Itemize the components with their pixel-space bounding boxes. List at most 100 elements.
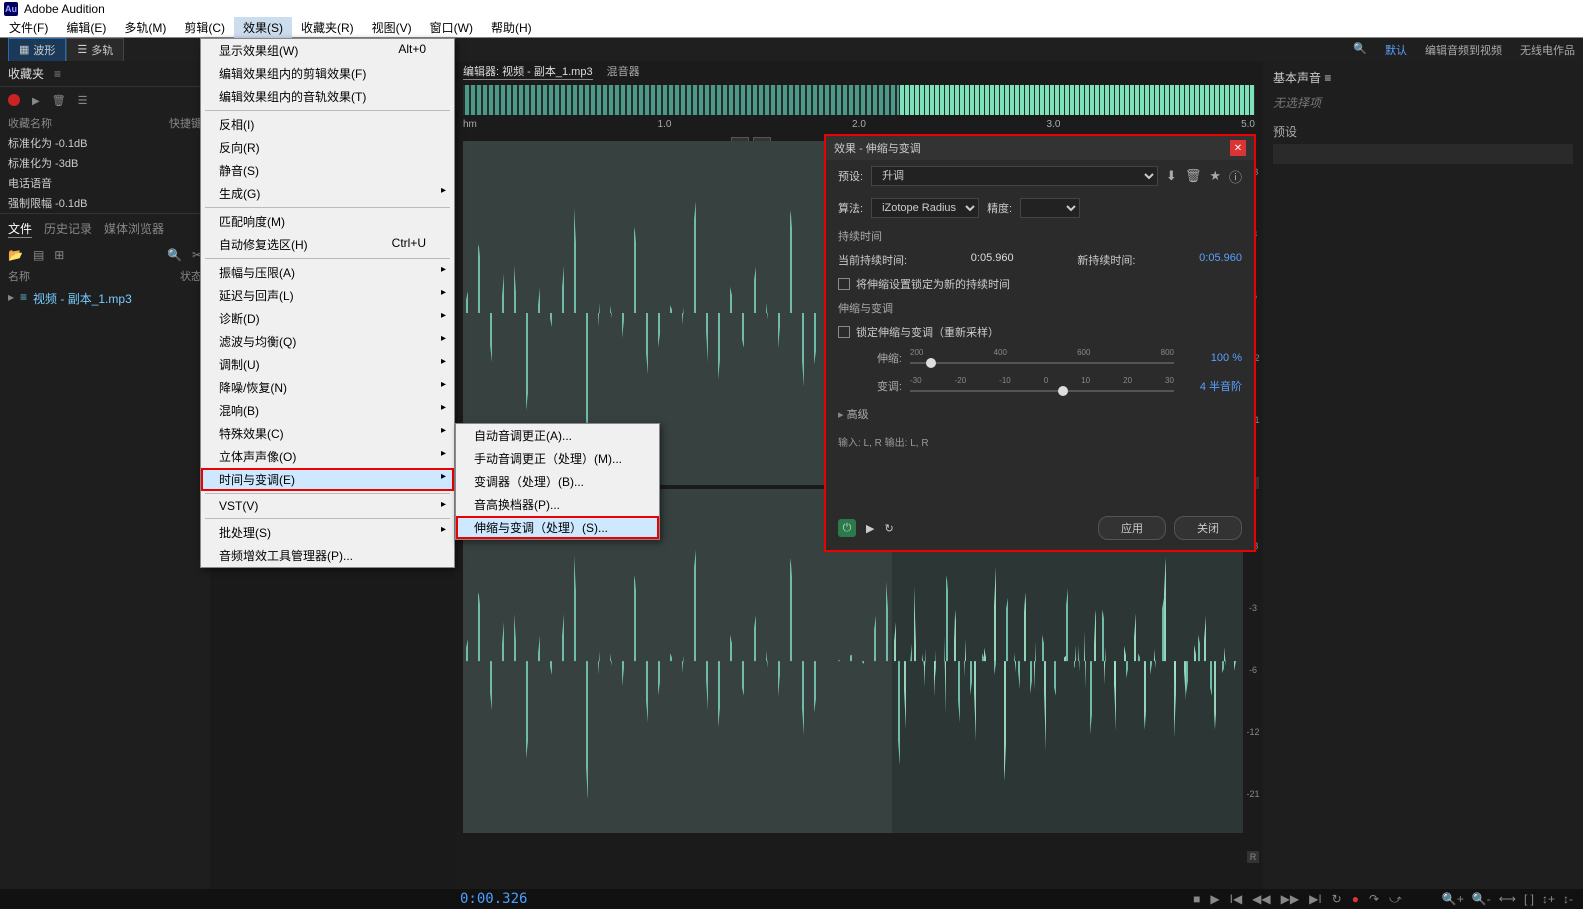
menu-multi[interactable]: 多轨(M) — [115, 17, 175, 38]
menu-effects[interactable]: 效果(S) — [234, 17, 292, 38]
lock-duration-checkbox[interactable] — [838, 278, 850, 290]
panel-menu-icon[interactable]: ≡ — [1324, 71, 1331, 85]
pitch-value[interactable]: 4 半音阶 — [1182, 378, 1242, 394]
menu-item[interactable]: 振幅与压限(A) — [201, 261, 454, 284]
preset-select[interactable]: 升调 — [871, 166, 1158, 186]
play-favorite-button[interactable] — [32, 93, 40, 107]
record-button[interactable]: ● — [1352, 892, 1359, 906]
advanced-toggle[interactable]: 高级 — [826, 400, 1254, 428]
menu-item[interactable]: 滤波与均衡(Q) — [201, 330, 454, 353]
jump-button[interactable]: ⤻ — [1389, 892, 1402, 907]
loop-button[interactable]: ↻ — [1332, 892, 1342, 906]
menu-item[interactable]: 时间与变调(E) — [201, 468, 454, 491]
tab-files[interactable]: 文件 — [8, 220, 32, 238]
favorite-item[interactable]: 强制限幅 -0.1dB — [0, 193, 210, 213]
play-button[interactable]: ▶ — [1210, 892, 1219, 906]
file-search-icon[interactable]: 🔍 — [167, 248, 182, 262]
zoom-out-icon[interactable]: 🔍- — [1472, 892, 1491, 906]
prev-button[interactable]: I◀ — [1230, 892, 1243, 906]
power-button[interactable]: ⏻ — [838, 519, 856, 537]
panel-menu-icon[interactable] — [50, 67, 61, 81]
menu-item[interactable]: 特殊效果(C) — [201, 422, 454, 445]
menu-help[interactable]: 帮助(H) — [482, 17, 541, 38]
menu-item[interactable]: 显示效果组(W)Alt+0 — [201, 39, 454, 62]
essential-sound-preset[interactable] — [1273, 144, 1573, 164]
zoom-in-icon[interactable]: 🔍+ — [1442, 892, 1464, 906]
delete-favorite-button[interactable] — [52, 93, 66, 107]
tab-mixer[interactable]: 混音器 — [607, 63, 640, 79]
menu-window[interactable]: 窗口(W) — [421, 17, 482, 38]
menu-edit[interactable]: 编辑(E) — [57, 17, 115, 38]
save-preset-icon[interactable]: ⬇ — [1166, 168, 1177, 184]
favorite-item[interactable]: 电话语音 — [0, 173, 210, 193]
skip-selection-button[interactable]: ↷ — [1369, 892, 1379, 906]
menu-item[interactable]: 自动音调更正(A)... — [456, 424, 659, 447]
stop-button[interactable]: ■ — [1193, 892, 1200, 906]
info-icon[interactable]: ⓘ — [1229, 167, 1242, 186]
waveform-overview[interactable] — [463, 85, 1255, 115]
menu-item[interactable]: 调制(U) — [201, 353, 454, 376]
pitch-slider[interactable]: -30-20-100102030 — [910, 376, 1174, 396]
menu-item[interactable]: 音频增效工具管理器(P)... — [201, 544, 454, 567]
favorite-item[interactable]: 标准化为 -3dB — [0, 153, 210, 173]
menu-item[interactable]: 反向(R) — [201, 136, 454, 159]
zoom-sel-icon[interactable]: [ ] — [1524, 892, 1534, 906]
menu-item[interactable]: 反相(I) — [201, 113, 454, 136]
import-icon[interactable]: ⊞ — [54, 248, 64, 262]
menu-file[interactable]: 文件(F) — [0, 17, 57, 38]
precision-select[interactable] — [1020, 198, 1080, 218]
tab-editor[interactable]: 编辑器: 视频 - 副本_1.mp3 — [463, 63, 593, 80]
menu-item[interactable]: VST(V) — [201, 496, 454, 516]
search-icon[interactable]: 🔍 — [1353, 42, 1367, 58]
mode-multitrack-button[interactable]: ☰多轨 — [66, 38, 124, 62]
tab-history[interactable]: 历史记录 — [44, 220, 92, 238]
menu-item[interactable]: 降噪/恢复(N) — [201, 376, 454, 399]
close-button[interactable]: ✕ — [1230, 140, 1246, 156]
ws-default[interactable]: 默认 — [1385, 42, 1407, 58]
menu-item[interactable]: 音高换档器(P)... — [456, 493, 659, 516]
apply-button[interactable]: 应用 — [1098, 516, 1166, 540]
zoom-full-icon[interactable]: ⟷ — [1499, 892, 1516, 906]
ws-radio[interactable]: 无线电作品 — [1520, 42, 1575, 58]
new-multitrack-icon[interactable]: ▤ — [33, 248, 44, 262]
menu-fav[interactable]: 收藏夹(R) — [292, 17, 363, 38]
menu-item[interactable]: 自动修复选区(H)Ctrl+U — [201, 233, 454, 256]
record-favorite-button[interactable] — [8, 94, 20, 106]
delete-preset-icon[interactable]: 🗑 — [1185, 168, 1202, 184]
new-duration-value[interactable]: 0:05.960 — [1199, 252, 1242, 268]
lock-stretch-checkbox[interactable] — [838, 326, 850, 338]
menu-item[interactable]: 诊断(D) — [201, 307, 454, 330]
menu-item[interactable]: 立体声声像(O) — [201, 445, 454, 468]
zoom-out-v-icon[interactable]: ↕- — [1563, 892, 1573, 906]
menu-view[interactable]: 视图(V) — [363, 17, 421, 38]
menu-item[interactable]: 混响(B) — [201, 399, 454, 422]
preview-loop-button[interactable] — [884, 522, 893, 535]
algorithm-select[interactable]: iZotope Radius — [871, 198, 979, 218]
preview-play-button[interactable] — [866, 522, 874, 535]
menu-item[interactable]: 延迟与回声(L) — [201, 284, 454, 307]
menu-item[interactable]: 匹配响度(M) — [201, 210, 454, 233]
menu-clip[interactable]: 剪辑(C) — [175, 17, 234, 38]
favorite-props-button[interactable] — [78, 93, 88, 107]
next-button[interactable]: ▶I — [1309, 892, 1322, 906]
ffwd-button[interactable]: ▶▶ — [1281, 892, 1299, 906]
close-dialog-button[interactable]: 关闭 — [1174, 516, 1242, 540]
favorite-preset-icon[interactable]: ★ — [1209, 168, 1221, 184]
menu-item[interactable]: 批处理(S) — [201, 521, 454, 544]
mode-waveform-button[interactable]: ▦波形 — [8, 38, 66, 62]
open-file-icon[interactable]: 📂 — [8, 248, 23, 262]
menu-item[interactable]: 手动音调更正（处理）(M)... — [456, 447, 659, 470]
menu-item[interactable]: 变调器（处理）(B)... — [456, 470, 659, 493]
menu-item[interactable]: 静音(S) — [201, 159, 454, 182]
tab-media-browser[interactable]: 媒体浏览器 — [104, 220, 164, 238]
favorite-item[interactable]: 标准化为 -0.1dB — [0, 133, 210, 153]
zoom-in-v-icon[interactable]: ↕+ — [1542, 892, 1555, 906]
ws-edit-to-video[interactable]: 编辑音频到视频 — [1425, 42, 1502, 58]
stretch-value[interactable]: 100 % — [1182, 352, 1242, 364]
menu-item[interactable]: 编辑效果组内的音轨效果(T) — [201, 85, 454, 108]
expand-icon[interactable] — [8, 290, 14, 307]
rewind-button[interactable]: ◀◀ — [1252, 892, 1270, 906]
menu-item[interactable]: 伸缩与变调（处理）(S)... — [456, 516, 659, 539]
file-row[interactable]: 视频 - 副本_1.mp3 — [0, 286, 210, 311]
menu-item[interactable]: 生成(G) — [201, 182, 454, 205]
